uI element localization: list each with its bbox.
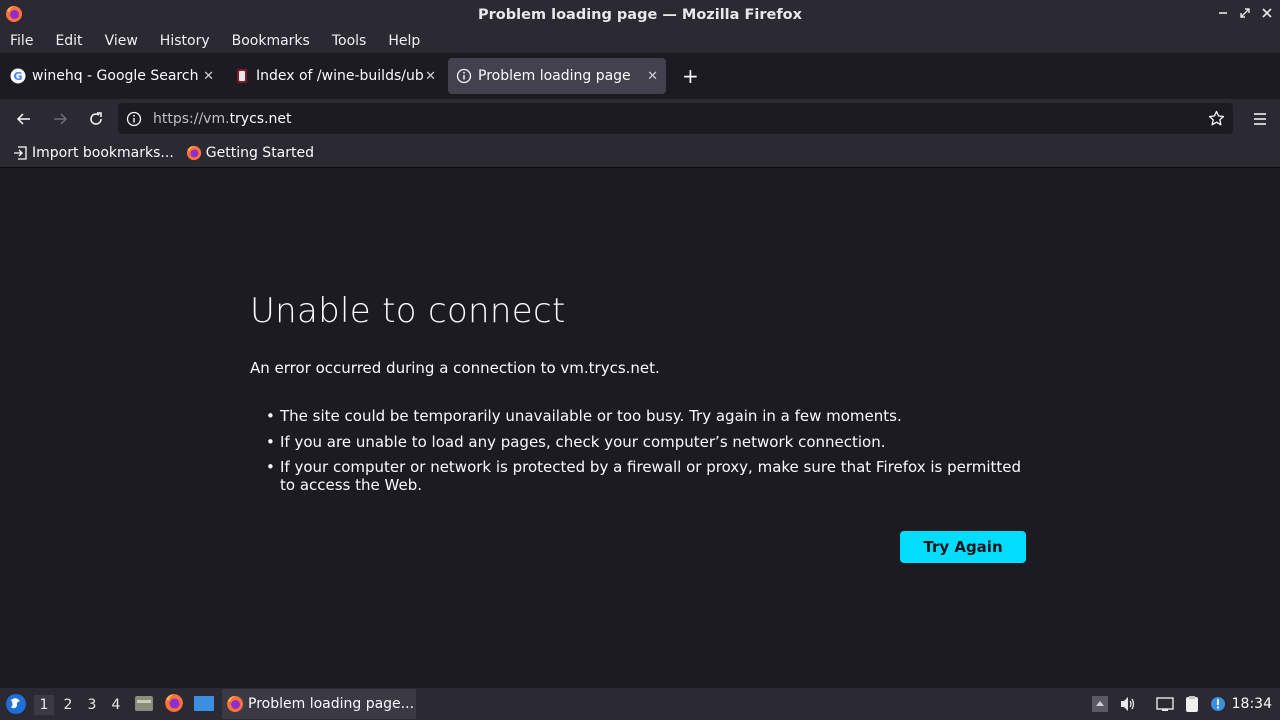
file-manager-icon[interactable] bbox=[134, 693, 154, 713]
bookmark-label: Import bookmarks... bbox=[32, 145, 174, 161]
back-arrow-icon[interactable] bbox=[12, 107, 36, 131]
maximize-icon[interactable] bbox=[1238, 6, 1252, 20]
error-suggestion-item: The site could be temporarily unavailabl… bbox=[266, 407, 1036, 425]
tab-label: Problem loading page bbox=[478, 68, 631, 84]
site-info-icon[interactable] bbox=[126, 111, 142, 127]
tab-label: Index of /wine-builds/ubuntu bbox=[256, 68, 424, 84]
firefox-icon bbox=[186, 145, 201, 161]
tab-close-icon[interactable]: ✕ bbox=[647, 69, 658, 84]
window-titlebar: Problem loading page — Mozilla Firefox bbox=[0, 0, 1280, 29]
taskbar-window-firefox[interactable]: Problem loading page... bbox=[222, 689, 416, 719]
hamburger-menu-icon[interactable] bbox=[1252, 111, 1268, 127]
clipboard-icon[interactable] bbox=[1183, 695, 1201, 713]
clock: 18:34 bbox=[1231, 696, 1272, 712]
network-icon[interactable] bbox=[1156, 695, 1174, 713]
error-suggestions: The site could be temporarily unavailabl… bbox=[266, 407, 1036, 502]
workspace-2[interactable]: 2 bbox=[58, 695, 78, 715]
menu-view[interactable]: View bbox=[105, 33, 138, 49]
taskbar-window-label: Problem loading page... bbox=[248, 696, 415, 712]
tab-strip: G winehq - Google Search ✕ Index of /win… bbox=[0, 53, 1280, 99]
workspace-3[interactable]: 3 bbox=[82, 695, 102, 715]
desktop-icon[interactable] bbox=[193, 694, 215, 714]
bookmark-star-icon[interactable] bbox=[1208, 110, 1225, 127]
volume-icon[interactable] bbox=[1119, 695, 1137, 713]
info-icon bbox=[456, 68, 472, 84]
tab-google-search[interactable]: G winehq - Google Search ✕ bbox=[2, 58, 222, 94]
window-controls bbox=[1216, 6, 1274, 20]
url-text[interactable]: https://vm.trycs.net bbox=[153, 111, 292, 127]
tab-label: winehq - Google Search bbox=[32, 68, 199, 84]
navigation-bar: https://vm.trycs.net bbox=[0, 99, 1280, 139]
bookmark-getting-started[interactable]: Getting Started bbox=[186, 145, 314, 161]
minimize-icon[interactable] bbox=[1216, 6, 1230, 20]
firefox-icon bbox=[227, 696, 243, 712]
url-bar[interactable]: https://vm.trycs.net bbox=[118, 103, 1233, 134]
url-scheme: https://vm. bbox=[153, 110, 230, 127]
new-tab-icon[interactable]: + bbox=[682, 64, 699, 88]
url-domain: trycs.net bbox=[229, 110, 292, 127]
firefox-icon[interactable] bbox=[164, 693, 184, 713]
menu-bookmarks[interactable]: Bookmarks bbox=[232, 33, 310, 49]
tab-close-icon[interactable]: ✕ bbox=[425, 69, 436, 84]
tray-expand-icon[interactable] bbox=[1091, 695, 1109, 713]
window-title: Problem loading page — Mozilla Firefox bbox=[478, 6, 802, 23]
error-suggestion-item: If you are unable to load any pages, che… bbox=[266, 433, 1036, 451]
try-again-button[interactable]: Try Again bbox=[900, 531, 1026, 563]
close-icon[interactable] bbox=[1260, 6, 1274, 20]
forward-arrow-icon[interactable] bbox=[48, 107, 72, 131]
firefox-icon bbox=[6, 6, 22, 22]
reload-icon[interactable] bbox=[84, 107, 108, 131]
wine-icon bbox=[237, 69, 247, 83]
tab-close-icon[interactable]: ✕ bbox=[203, 69, 214, 84]
menu-help[interactable]: Help bbox=[388, 33, 420, 49]
tab-problem-loading[interactable]: Problem loading page ✕ bbox=[448, 58, 666, 94]
taskbar: 1 2 3 4 Problem loading page... 18:34 bbox=[0, 688, 1280, 720]
menu-edit[interactable]: Edit bbox=[55, 33, 82, 49]
error-suggestion-item: If your computer or network is protected… bbox=[266, 458, 1036, 494]
workspace-4[interactable]: 4 bbox=[106, 695, 126, 715]
import-icon bbox=[14, 146, 27, 160]
page-content: Unable to connect An error occurred duri… bbox=[0, 169, 1280, 688]
bookmarks-toolbar: Import bookmarks... Getting Started bbox=[0, 139, 1280, 168]
notification-icon[interactable] bbox=[1209, 695, 1227, 713]
menu-tools[interactable]: Tools bbox=[332, 33, 367, 49]
menu-history[interactable]: History bbox=[160, 33, 210, 49]
error-title: Unable to connect bbox=[250, 291, 566, 331]
bookmark-label: Getting Started bbox=[205, 145, 315, 161]
menu-file[interactable]: File bbox=[10, 33, 33, 49]
tab-wine-builds[interactable]: Index of /wine-builds/ubuntu ✕ bbox=[226, 58, 444, 94]
error-intro: An error occurred during a connection to… bbox=[250, 359, 660, 377]
menu-bar: File Edit View History Bookmarks Tools H… bbox=[0, 29, 1280, 53]
svg-text:G: G bbox=[13, 70, 22, 83]
bookmark-import[interactable]: Import bookmarks... bbox=[12, 145, 174, 161]
workspace-1[interactable]: 1 bbox=[34, 695, 54, 715]
google-icon: G bbox=[10, 68, 26, 84]
start-menu-icon[interactable] bbox=[5, 693, 27, 715]
